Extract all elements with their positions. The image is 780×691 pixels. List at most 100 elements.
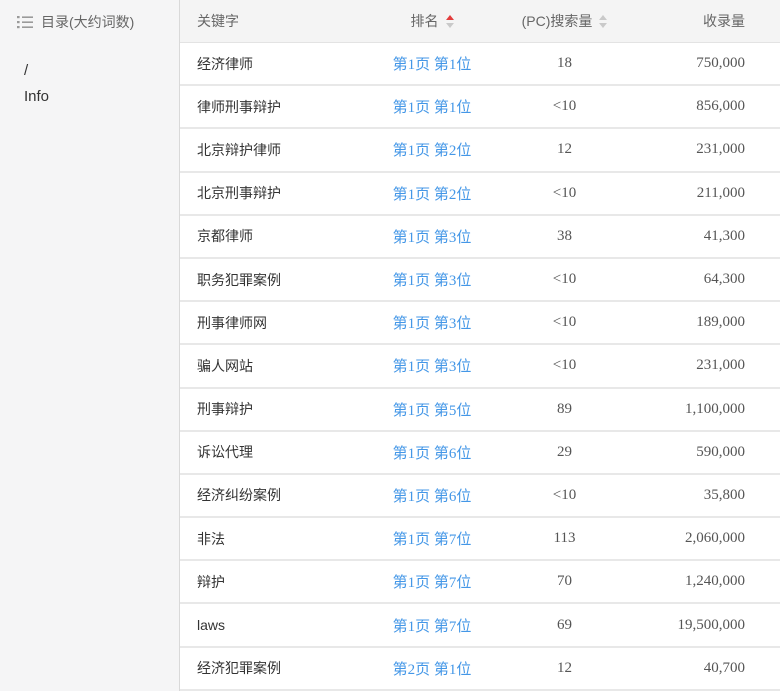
index-count-cell: 1,240,000: [622, 573, 780, 590]
table-row: 刑事律师网 第1页 第3位 <10 189,000: [180, 302, 780, 345]
search-volume-cell: 29: [507, 444, 622, 461]
rank-link[interactable]: 第1页 第6位: [393, 485, 472, 506]
table-body: 经济律师 第1页 第1位 18 750,000 律师刑事辩护 第1页 第1位 <…: [180, 43, 780, 691]
table-row: 经济犯罪案例 第2页 第1位 12 40,700: [180, 648, 780, 691]
rank-cell: 第1页 第5位: [357, 399, 507, 420]
keyword-rank-table: 关键字 排名 (PC)搜索量 收录量 经济律师 第1页 第1位 18 750,0…: [180, 0, 780, 691]
rank-cell: 第1页 第3位: [357, 355, 507, 376]
table-row: 刑事辩护 第1页 第5位 89 1,100,000: [180, 389, 780, 432]
rank-link[interactable]: 第1页 第1位: [393, 96, 472, 117]
rank-link[interactable]: 第1页 第1位: [393, 53, 472, 74]
search-volume-cell: <10: [507, 357, 622, 374]
search-volume-cell: 38: [507, 228, 622, 245]
column-label: (PC)搜索量: [522, 11, 593, 31]
rank-cell: 第1页 第6位: [357, 442, 507, 463]
rank-link[interactable]: 第1页 第7位: [393, 571, 472, 592]
table-row: 职务犯罪案例 第1页 第3位 <10 64,300: [180, 259, 780, 302]
index-count-cell: 231,000: [622, 141, 780, 158]
table-row: 辩护 第1页 第7位 70 1,240,000: [180, 561, 780, 604]
keyword-cell: 经济纠纷案例: [180, 485, 357, 505]
table-row: 非法 第1页 第7位 113 2,060,000: [180, 518, 780, 561]
index-count-cell: 19,500,000: [622, 617, 780, 634]
index-count-cell: 40,700: [622, 660, 780, 677]
keyword-cell: 刑事辩护: [180, 399, 357, 419]
index-count-cell: 2,060,000: [622, 530, 780, 547]
column-label: 排名: [411, 11, 439, 31]
keyword-cell: laws: [180, 617, 357, 633]
rank-link[interactable]: 第1页 第3位: [393, 312, 472, 333]
sort-desc-icon[interactable]: [599, 23, 607, 28]
keyword-cell: 经济犯罪案例: [180, 658, 357, 678]
rank-cell: 第1页 第6位: [357, 485, 507, 506]
search-volume-cell: <10: [507, 314, 622, 331]
rank-cell: 第1页 第3位: [357, 269, 507, 290]
directory-list: / Info: [0, 43, 179, 109]
search-volume-cell: 113: [507, 530, 622, 547]
sort-arrows-icon[interactable]: [446, 15, 454, 28]
index-count-cell: 41,300: [622, 228, 780, 245]
rank-link[interactable]: 第1页 第3位: [393, 226, 472, 247]
search-volume-cell: 69: [507, 617, 622, 634]
search-volume-cell: 89: [507, 401, 622, 418]
keyword-cell: 经济律师: [180, 54, 357, 74]
keyword-cell: 辩护: [180, 572, 357, 592]
table-row: 诉讼代理 第1页 第6位 29 590,000: [180, 432, 780, 475]
index-count-cell: 211,000: [622, 185, 780, 202]
rank-link[interactable]: 第1页 第7位: [393, 528, 472, 549]
rank-cell: 第1页 第1位: [357, 53, 507, 74]
rank-link[interactable]: 第1页 第3位: [393, 355, 472, 376]
keyword-cell: 京都律师: [180, 226, 357, 246]
rank-link[interactable]: 第1页 第7位: [393, 615, 472, 636]
search-volume-cell: 18: [507, 55, 622, 72]
index-count-cell: 1,100,000: [622, 401, 780, 418]
rank-cell: 第1页 第3位: [357, 312, 507, 333]
sort-arrows-icon[interactable]: [599, 15, 607, 28]
table-row: 经济律师 第1页 第1位 18 750,000: [180, 43, 780, 86]
column-header-keyword: 关键字: [180, 11, 357, 31]
keyword-cell: 刑事律师网: [180, 313, 357, 333]
rank-cell: 第2页 第1位: [357, 658, 507, 679]
rank-link[interactable]: 第1页 第5位: [393, 399, 472, 420]
directory-sidebar: 目录(大约词数) / Info: [0, 0, 180, 691]
rank-link[interactable]: 第1页 第6位: [393, 442, 472, 463]
sidebar-item-root[interactable]: /: [24, 59, 179, 83]
search-volume-cell: 12: [507, 141, 622, 158]
rank-cell: 第1页 第3位: [357, 226, 507, 247]
sort-asc-icon[interactable]: [446, 15, 454, 20]
search-volume-cell: 70: [507, 573, 622, 590]
index-count-cell: 856,000: [622, 98, 780, 115]
index-count-cell: 189,000: [622, 314, 780, 331]
rank-link[interactable]: 第1页 第2位: [393, 183, 472, 204]
table-header-row: 关键字 排名 (PC)搜索量 收录量: [180, 0, 780, 43]
sort-asc-icon[interactable]: [599, 15, 607, 20]
search-volume-cell: <10: [507, 487, 622, 504]
table-row: laws 第1页 第7位 69 19,500,000: [180, 604, 780, 647]
rank-link[interactable]: 第2页 第1位: [393, 658, 472, 679]
column-label: 关键字: [197, 11, 239, 31]
search-volume-cell: <10: [507, 271, 622, 288]
index-count-cell: 231,000: [622, 357, 780, 374]
table-row: 京都律师 第1页 第3位 38 41,300: [180, 216, 780, 259]
index-count-cell: 590,000: [622, 444, 780, 461]
column-header-index-count: 收录量: [622, 11, 780, 31]
table-row: 律师刑事辩护 第1页 第1位 <10 856,000: [180, 86, 780, 129]
keyword-cell: 律师刑事辩护: [180, 97, 357, 117]
search-volume-cell: 12: [507, 660, 622, 677]
search-volume-cell: <10: [507, 185, 622, 202]
column-header-rank[interactable]: 排名: [357, 11, 507, 31]
sidebar-item-info[interactable]: Info: [24, 85, 179, 109]
rank-cell: 第1页 第2位: [357, 139, 507, 160]
sort-desc-icon[interactable]: [446, 23, 454, 28]
seo-keyword-rank-widget: 目录(大约词数) / Info 关键字 排名 (PC)搜索量 收录量 经济律: [0, 0, 780, 691]
table-row: 骗人网站 第1页 第3位 <10 231,000: [180, 345, 780, 388]
directory-header: 目录(大约词数): [0, 0, 179, 43]
table-row: 北京刑事辩护 第1页 第2位 <10 211,000: [180, 173, 780, 216]
column-header-search-volume[interactable]: (PC)搜索量: [507, 11, 622, 31]
table-row: 经济纠纷案例 第1页 第6位 <10 35,800: [180, 475, 780, 518]
rank-link[interactable]: 第1页 第2位: [393, 139, 472, 160]
directory-title: 目录(大约词数): [41, 12, 134, 32]
keyword-cell: 诉讼代理: [180, 442, 357, 462]
rank-link[interactable]: 第1页 第3位: [393, 269, 472, 290]
column-label: 收录量: [703, 11, 745, 31]
rank-cell: 第1页 第2位: [357, 183, 507, 204]
